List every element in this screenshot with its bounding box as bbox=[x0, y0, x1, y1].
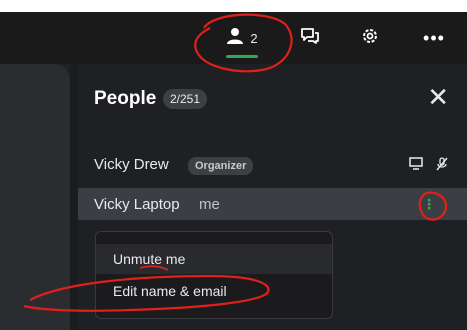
participant-row[interactable]: Vicky Drew Organizer bbox=[78, 148, 467, 180]
menu-item-edit-name-email[interactable]: Edit name & email bbox=[96, 276, 332, 306]
organizer-badge: Organizer bbox=[188, 157, 254, 175]
menu-item-label: Edit name & email bbox=[113, 283, 227, 299]
main-stage-panel bbox=[0, 64, 70, 330]
more-options-button[interactable]: ••• bbox=[412, 12, 456, 64]
panel-title: People bbox=[94, 88, 157, 109]
participant-name: Vicky Drew bbox=[94, 156, 169, 173]
active-tab-indicator bbox=[226, 55, 258, 58]
gear-icon bbox=[360, 26, 380, 51]
menu-item-unmute[interactable]: Unmute me bbox=[96, 244, 332, 274]
participant-count-badge: 2/251 bbox=[163, 89, 208, 109]
people-count: 2 bbox=[250, 30, 258, 46]
settings-button[interactable] bbox=[348, 12, 392, 64]
muted-mic-icon bbox=[435, 157, 449, 176]
menu-item-label: Unmute me bbox=[113, 251, 186, 267]
me-label: me bbox=[199, 196, 220, 213]
panel-divider bbox=[70, 64, 78, 330]
close-icon[interactable]: ✕ bbox=[427, 84, 449, 110]
chat-button[interactable] bbox=[288, 12, 332, 64]
kebab-menu-icon[interactable]: ⋮ bbox=[419, 194, 439, 214]
participant-row-selected[interactable]: Vicky Laptop me ⋮ bbox=[78, 188, 467, 220]
participant-name: Vicky Laptop bbox=[94, 196, 180, 213]
screen-share-icon bbox=[409, 157, 423, 176]
chat-icon bbox=[300, 27, 320, 50]
window-top-strip bbox=[0, 0, 467, 12]
person-icon bbox=[226, 27, 244, 50]
meeting-toolbar: 2 ••• bbox=[0, 12, 467, 64]
more-icon: ••• bbox=[423, 27, 445, 48]
people-button[interactable]: 2 bbox=[212, 12, 272, 64]
participant-context-menu: Unmute me Edit name & email bbox=[95, 231, 333, 319]
